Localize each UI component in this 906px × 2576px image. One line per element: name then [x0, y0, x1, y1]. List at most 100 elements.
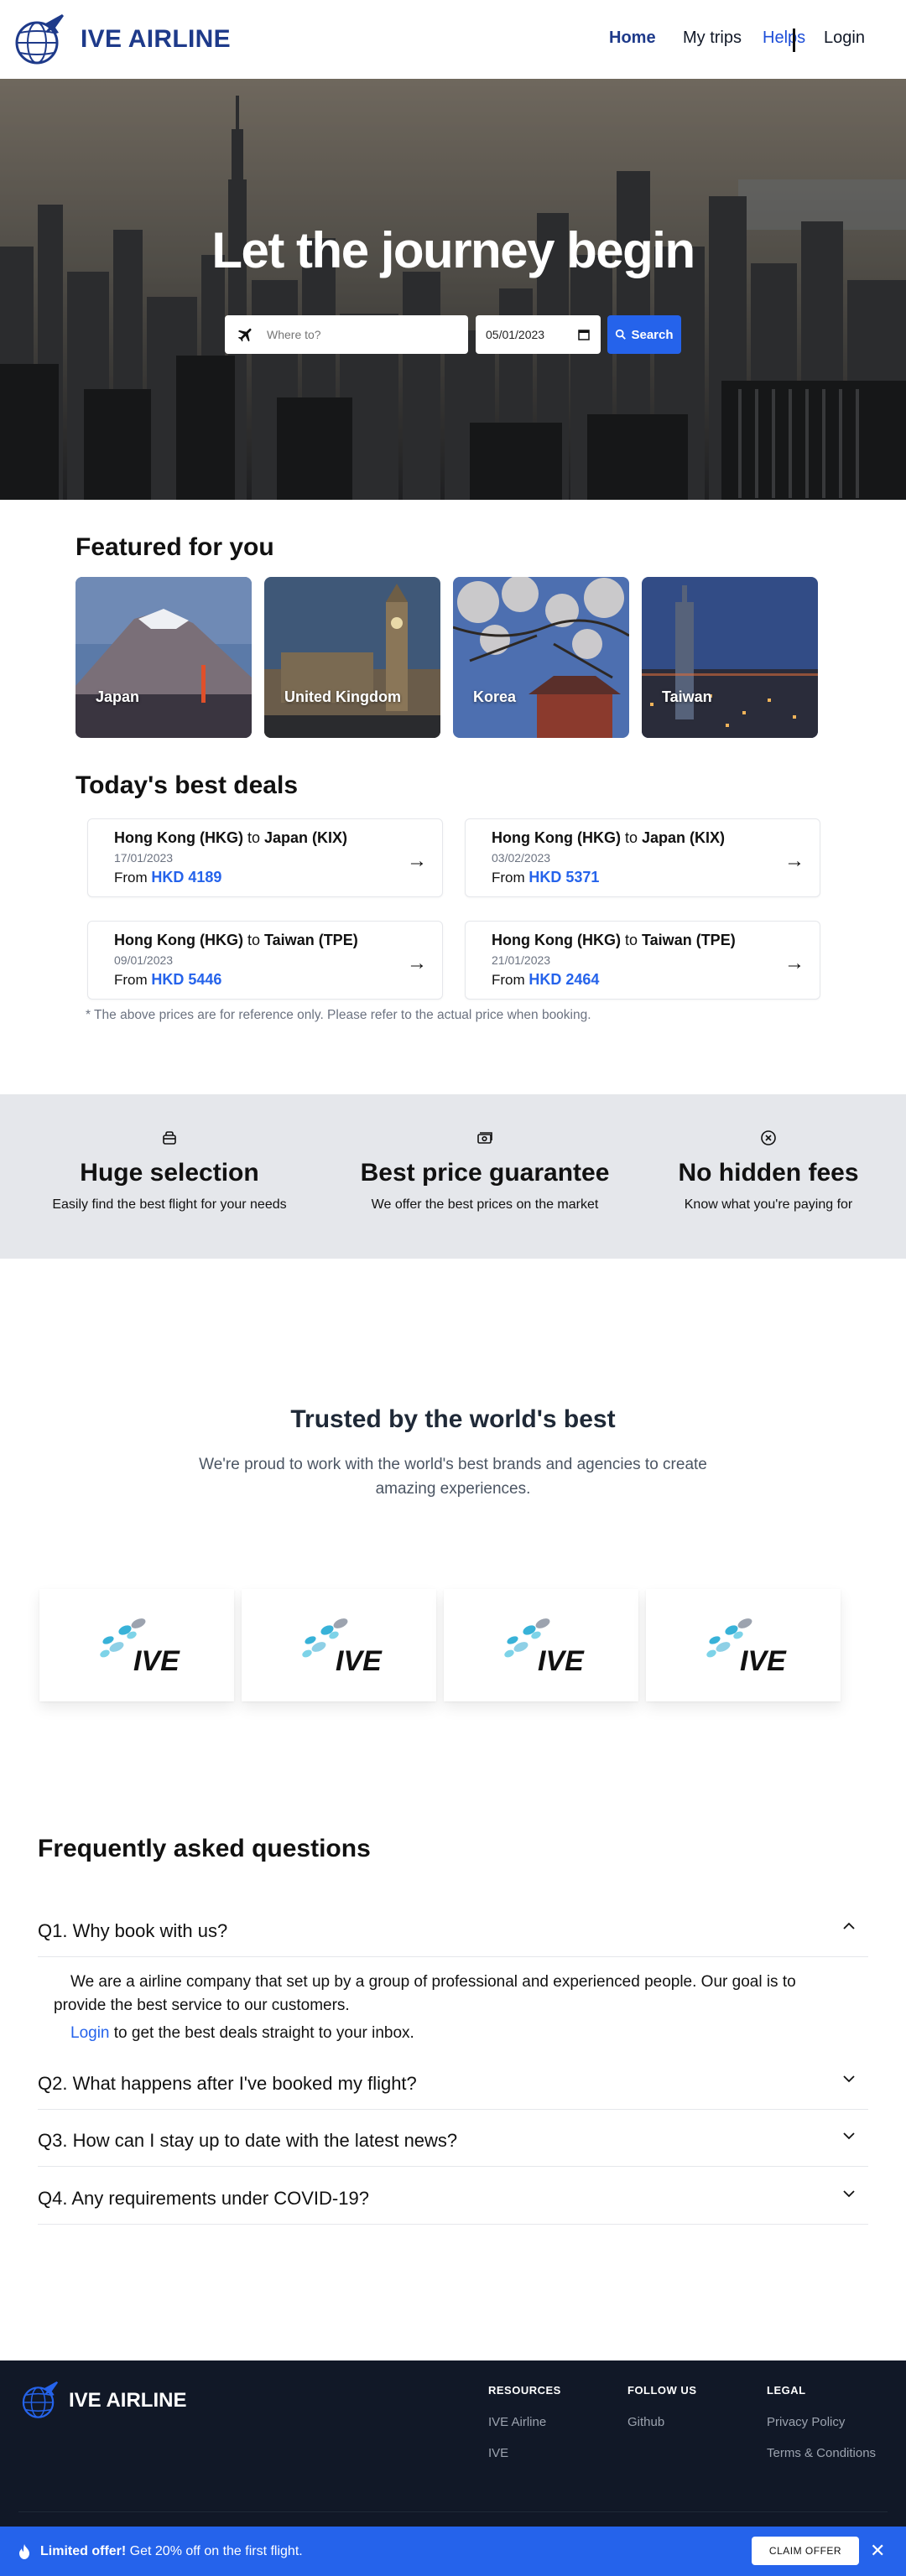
footer-link-terms[interactable]: Terms & Conditions — [767, 2446, 876, 2460]
feature-title: Huge selection — [80, 1159, 259, 1187]
faq-title: Frequently asked questions — [38, 1835, 371, 1862]
featured-card-taiwan[interactable]: Taiwan — [642, 577, 818, 738]
ive-partner-logo: IVE — [504, 1618, 585, 1677]
hero-overlay — [0, 79, 906, 500]
ive-partner-logo: IVE — [100, 1618, 180, 1677]
arrow-right-icon[interactable]: → — [407, 952, 427, 975]
chevron-up-icon[interactable] — [841, 1919, 857, 1934]
destination-input[interactable] — [267, 328, 451, 341]
faq-question-text: Q4. Any requirements under COVID-19? — [38, 2188, 369, 2209]
deal-price-value: HKD 2464 — [528, 971, 600, 988]
trusted-title: Trusted by the world's best — [290, 1405, 616, 1433]
partner-logo-text: IVE — [740, 1645, 787, 1677]
featured-card-united-kingdom[interactable]: United Kingdom — [264, 577, 440, 738]
nav-helps-link[interactable]: Helps — [763, 29, 805, 48]
chevron-down-icon[interactable] — [841, 2071, 857, 2086]
deal-to-word: to — [247, 932, 260, 948]
deal-price: From HKD 5371 — [492, 869, 599, 886]
search-button[interactable]: Search — [607, 315, 681, 354]
footer-link-github[interactable]: Github — [627, 2415, 697, 2429]
hero-title: Let the journey begin — [211, 222, 695, 278]
united-kingdom-image — [264, 577, 440, 738]
partner-logo-card: IVE — [646, 1589, 841, 1701]
faq-answer-cta: Login to get the best deals straight to … — [70, 2024, 414, 2043]
arrow-right-icon[interactable]: → — [784, 849, 804, 873]
featured-label: Taiwan — [662, 688, 712, 705]
deal-route: Hong Kong (HKG) to Japan (KIX) — [492, 829, 725, 847]
faq-question-text: Q1. Why book with us? — [38, 1920, 228, 1941]
feature-no-hidden-fees: No hidden fees Know what you're paying f… — [617, 1130, 906, 1213]
footer-brand-name: IVE AIRLINE — [69, 2389, 187, 2412]
arrow-right-icon[interactable]: → — [784, 952, 804, 975]
partner-logo-card: IVE — [242, 1589, 436, 1701]
faq-question-4[interactable]: Q4. Any requirements under COVID-19? — [38, 2171, 868, 2225]
nav-login-link[interactable]: Login — [824, 29, 865, 48]
feature-text: We offer the best prices on the market — [371, 1197, 599, 1212]
deal-route: Hong Kong (HKG) to Taiwan (TPE) — [492, 932, 736, 949]
feature-title: No hidden fees — [678, 1159, 859, 1187]
footer-column-resources: RESOURCES IVE Airline IVE — [488, 2384, 561, 2460]
deal-origin: Hong Kong (HKG) — [114, 932, 243, 948]
featured-label: United Kingdom — [284, 688, 401, 705]
magnifier-icon — [616, 329, 627, 340]
arrow-right-icon[interactable]: → — [407, 849, 427, 873]
ive-partner-logo: IVE — [302, 1618, 383, 1677]
deal-price-value: HKD 5371 — [528, 869, 600, 886]
nav-my-trips-link[interactable]: My trips — [683, 29, 742, 48]
deal-card[interactable]: Hong Kong (HKG) to Taiwan (TPE) 09/01/20… — [87, 921, 443, 1000]
footer-column-title: RESOURCES — [488, 2384, 561, 2397]
deal-destination: Taiwan (TPE) — [642, 932, 736, 948]
featured-label: Japan — [96, 688, 140, 705]
footer-link-ive-airline[interactable]: IVE Airline — [488, 2415, 561, 2429]
chevron-down-icon[interactable] — [841, 2128, 857, 2143]
deal-card[interactable]: Hong Kong (HKG) to Japan (KIX) 17/01/202… — [87, 818, 443, 897]
footer-link-ive[interactable]: IVE — [488, 2446, 561, 2460]
deal-destination: Japan (KIX) — [264, 829, 348, 846]
features-band: Huge selection Easily find the best flig… — [0, 1094, 906, 1259]
trusted-subtitle: We're proud to work with the world's bes… — [199, 1456, 707, 1498]
faq-question-2[interactable]: Q2. What happens after I've booked my fl… — [38, 2056, 868, 2110]
calendar-icon[interactable] — [577, 328, 591, 341]
footer-link-privacy-policy[interactable]: Privacy Policy — [767, 2415, 876, 2429]
footer-divider — [18, 2511, 888, 2512]
globe-plane-logo-icon[interactable] — [18, 2379, 60, 2421]
close-icon[interactable]: ✕ — [870, 2540, 885, 2562]
offer-banner: Limited offer! Get 20% off on the first … — [0, 2527, 906, 2576]
logo[interactable]: IVE AIRLINE — [10, 11, 231, 68]
faq-question-1[interactable]: Q1. Why book with us? — [38, 1903, 868, 1957]
deal-price: From HKD 2464 — [492, 971, 599, 989]
offer-detail-text: Get 20% off on the first flight. — [129, 2544, 303, 2558]
price-disclaimer: * The above prices are for reference onl… — [86, 1008, 591, 1022]
featured-label: Korea — [473, 688, 517, 705]
claim-offer-button[interactable]: CLAIM OFFER — [752, 2537, 859, 2565]
date-value: 05/01/2023 — [486, 328, 545, 341]
deal-price: From HKD 5446 — [114, 971, 221, 989]
partner-logo-text: IVE — [133, 1645, 180, 1677]
feature-best-price: Best price guarantee We offer the best p… — [334, 1130, 636, 1213]
deal-date: 21/01/2023 — [492, 953, 551, 967]
deal-card[interactable]: Hong Kong (HKG) to Japan (KIX) 03/02/202… — [465, 818, 820, 897]
footer-column-title: LEGAL — [767, 2384, 806, 2397]
faq-question-text: Q2. What happens after I've booked my fl… — [38, 2073, 417, 2094]
deal-to-word: to — [624, 932, 638, 948]
nav-home-link[interactable]: Home — [609, 29, 656, 48]
feature-text: Know what you're paying for — [684, 1197, 853, 1212]
faq-question-3[interactable]: Q3. How can I stay up to date with the l… — [38, 2113, 868, 2167]
korea-image — [453, 577, 629, 738]
partner-logo-card: IVE — [39, 1589, 234, 1701]
featured-card-japan[interactable]: Japan — [76, 577, 252, 738]
chevron-down-icon[interactable] — [841, 2186, 857, 2201]
deal-destination: Japan (KIX) — [642, 829, 726, 846]
departure-date-field[interactable]: 05/01/2023 — [476, 315, 601, 354]
faq-question-text: Q3. How can I stay up to date with the l… — [38, 2130, 458, 2151]
footer-column-legal: LEGAL Privacy Policy Terms & Conditions — [767, 2384, 876, 2460]
globe-plane-logo-icon — [15, 14, 64, 65]
footer-column-title: FOLLOW US — [627, 2384, 697, 2397]
deal-route: Hong Kong (HKG) to Taiwan (TPE) — [114, 932, 358, 949]
deal-origin: Hong Kong (HKG) — [492, 829, 621, 846]
destination-search-box[interactable] — [225, 315, 468, 354]
featured-card-korea[interactable]: Korea — [453, 577, 629, 738]
deal-card[interactable]: Hong Kong (HKG) to Taiwan (TPE) 21/01/20… — [465, 921, 820, 1000]
search-button-label: Search — [631, 327, 674, 342]
faq-login-link[interactable]: Login — [70, 2024, 110, 2042]
